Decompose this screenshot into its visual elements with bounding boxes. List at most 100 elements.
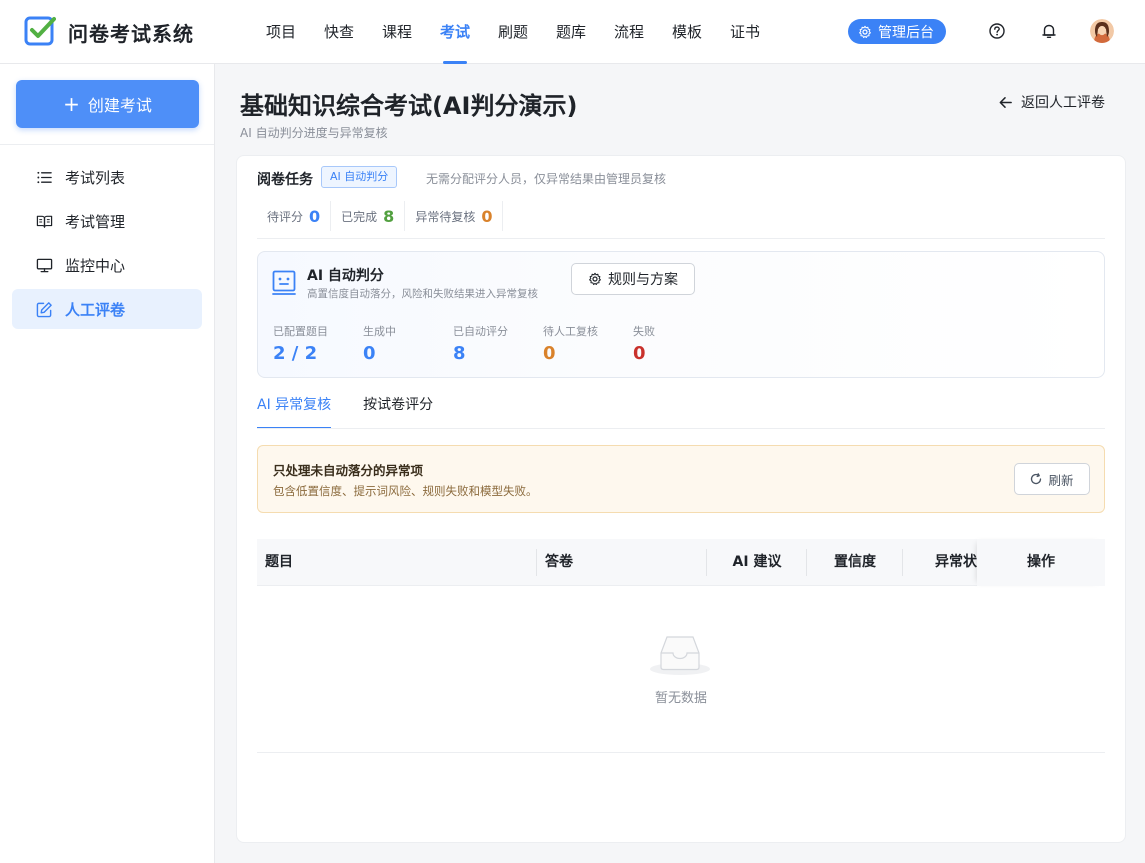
stat-completed: 已完成 8 [331, 201, 406, 231]
metric-label: 已配置题目 [273, 325, 328, 338]
gear-icon [859, 25, 871, 38]
admin-console-label: 管理后台 [878, 24, 934, 41]
back-link-label: 返回人工评卷 [1021, 95, 1105, 111]
back-to-manual-grading-link[interactable]: 返回人工评卷 [998, 92, 1105, 112]
stat-value: 8 [383, 206, 395, 226]
exception-alert: 只处理未自动落分的异常项 包含低置信度、提示词风险、规则失败和模型失败。 刷新 [257, 445, 1105, 513]
metric-value: 8 [453, 343, 466, 364]
list-icon [37, 171, 52, 183]
stat-pending: 待评分 0 [257, 201, 332, 231]
column-header-exception-status: 异常状 [935, 554, 977, 570]
robot-icon [272, 270, 296, 295]
tab-ai-exception-review[interactable]: AI 异常复核 [257, 395, 332, 429]
help-icon[interactable] [988, 22, 1006, 40]
metric-auto-graded: 已自动评分 8 [453, 323, 543, 364]
ai-grading-panel: AI 自动判分 高置信度自动落分，风险和失败结果进入异常复核 规则与方案 已配置… [257, 251, 1105, 378]
metric-value: 2 / 2 [273, 343, 318, 364]
create-exam-button[interactable]: + 创建考试 [16, 80, 199, 128]
sidebar-item-monitor-center[interactable]: 监控中心 [12, 245, 202, 285]
metric-generating: 生成中 0 [363, 323, 453, 364]
nav-item-quick-check[interactable]: 快查 [310, 0, 368, 64]
bell-icon[interactable] [1040, 22, 1058, 40]
nav-item-practice[interactable]: 刷题 [484, 0, 542, 64]
card-divider [257, 238, 1105, 239]
rules-button-label: 规则与方案 [608, 272, 678, 288]
table-empty-state: 暂无数据 [257, 587, 1105, 753]
refresh-button[interactable]: 刷新 [1014, 463, 1090, 495]
admin-console-button[interactable]: 管理后台 [848, 19, 946, 44]
main-nav: 项目 快查 课程 考试 刷题 题库 流程 模板 证书 [252, 0, 774, 64]
rules-and-plan-button[interactable]: 规则与方案 [571, 263, 695, 295]
metric-pending-manual-review: 待人工复核 0 [543, 323, 633, 364]
refresh-label: 刷新 [1048, 472, 1074, 488]
plus-icon: + [63, 92, 80, 116]
metric-label: 失败 [633, 325, 655, 338]
user-avatar[interactable] [1090, 19, 1114, 43]
ai-panel-title: AI 自动判分 [307, 268, 384, 284]
column-header-actions: 操作 [1027, 554, 1055, 570]
metric-value: 0 [543, 343, 556, 364]
column-header-ai-suggestion: AI 建议 [732, 554, 782, 570]
tab-grade-by-paper[interactable]: 按试卷评分 [363, 395, 433, 429]
stat-label: 已完成 [341, 209, 378, 224]
sidebar-divider [0, 144, 214, 145]
column-separator [536, 549, 537, 576]
nav-item-exam[interactable]: 考试 [426, 0, 484, 64]
metric-configured-questions: 已配置题目 2 / 2 [273, 323, 363, 364]
nav-item-question-bank[interactable]: 题库 [542, 0, 600, 64]
stat-exception-review: 异常待复核 0 [405, 201, 504, 231]
stat-value: 0 [481, 206, 493, 226]
sidebar-menu: 考试列表 考试管理 监控中心 人工评卷 [12, 157, 202, 333]
grading-card: 阅卷任务 AI 自动判分 无需分配评分人员，仅异常结果由管理员复核 待评分 0 … [236, 155, 1126, 843]
column-separator [902, 549, 903, 576]
ai-panel-description: 高置信度自动落分，风险和失败结果进入异常复核 [307, 288, 538, 300]
sidebar-item-exam-management[interactable]: 考试管理 [12, 201, 202, 241]
alert-description: 包含低置信度、提示词风险、规则失败和模型失败。 [273, 484, 538, 498]
sidebar-item-label: 考试列表 [65, 168, 126, 187]
nav-item-project[interactable]: 项目 [252, 0, 310, 64]
alert-title: 只处理未自动落分的异常项 [273, 463, 424, 478]
book-icon [36, 215, 53, 228]
grading-tabs: AI 异常复核 按试卷评分 [257, 395, 433, 429]
gear-icon [589, 272, 601, 286]
logo-icon [24, 16, 56, 46]
task-stats: 待评分 0 已完成 8 异常待复核 0 [257, 200, 504, 232]
ai-metrics: 已配置题目 2 / 2 生成中 0 已自动评分 8 待人工复核 0 失败 0 [273, 323, 723, 364]
app-name: 问卷考试系统 [68, 22, 194, 46]
nav-item-template[interactable]: 模板 [658, 0, 716, 64]
metric-value: 0 [363, 343, 376, 364]
stat-value: 0 [309, 206, 321, 226]
empty-state-text: 暂无数据 [654, 691, 707, 706]
sidebar-item-manual-grading[interactable]: 人工评卷 [12, 289, 202, 329]
tabs-divider [257, 428, 1105, 429]
table-header: 题目 答卷 AI 建议 置信度 异常状 操作 [257, 539, 1105, 586]
task-title: 阅卷任务 [257, 172, 313, 188]
ai-grading-tag: AI 自动判分 [321, 166, 398, 188]
metric-value: 0 [633, 343, 646, 364]
sidebar-item-label: 监控中心 [65, 256, 126, 275]
monitor-icon [36, 258, 53, 272]
task-note: 无需分配评分人员，仅异常结果由管理员复核 [426, 172, 667, 186]
column-header-question: 题目 [265, 554, 293, 570]
metric-failed: 失败 0 [633, 323, 723, 364]
empty-inbox-icon [650, 636, 710, 675]
sidebar-item-label: 考试管理 [65, 212, 126, 231]
nav-item-workflow[interactable]: 流程 [600, 0, 658, 64]
arrow-left-icon [999, 96, 1012, 108]
page-subtitle: AI 自动判分进度与异常复核 [240, 126, 388, 140]
nav-item-certificate[interactable]: 证书 [716, 0, 774, 64]
page-title: 基础知识综合考试(AI判分演示) [240, 92, 578, 120]
column-header-confidence: 置信度 [834, 554, 876, 570]
create-exam-label: 创建考试 [87, 96, 152, 115]
avatar-image [1090, 19, 1114, 43]
sidebar-item-label: 人工评卷 [65, 300, 126, 319]
action-column-header-cell: 操作 [977, 539, 1105, 586]
sidebar-item-exam-list[interactable]: 考试列表 [12, 157, 202, 197]
column-header-answer-sheet: 答卷 [545, 554, 573, 570]
metric-label: 已自动评分 [453, 325, 508, 338]
stat-label: 待评分 [267, 209, 304, 224]
metric-label: 待人工复核 [543, 325, 598, 338]
nav-item-course[interactable]: 课程 [368, 0, 426, 64]
stat-label: 异常待复核 [415, 209, 476, 224]
sidebar: + 创建考试 考试列表 考试管理 监控中心 人工评卷 [0, 64, 215, 863]
